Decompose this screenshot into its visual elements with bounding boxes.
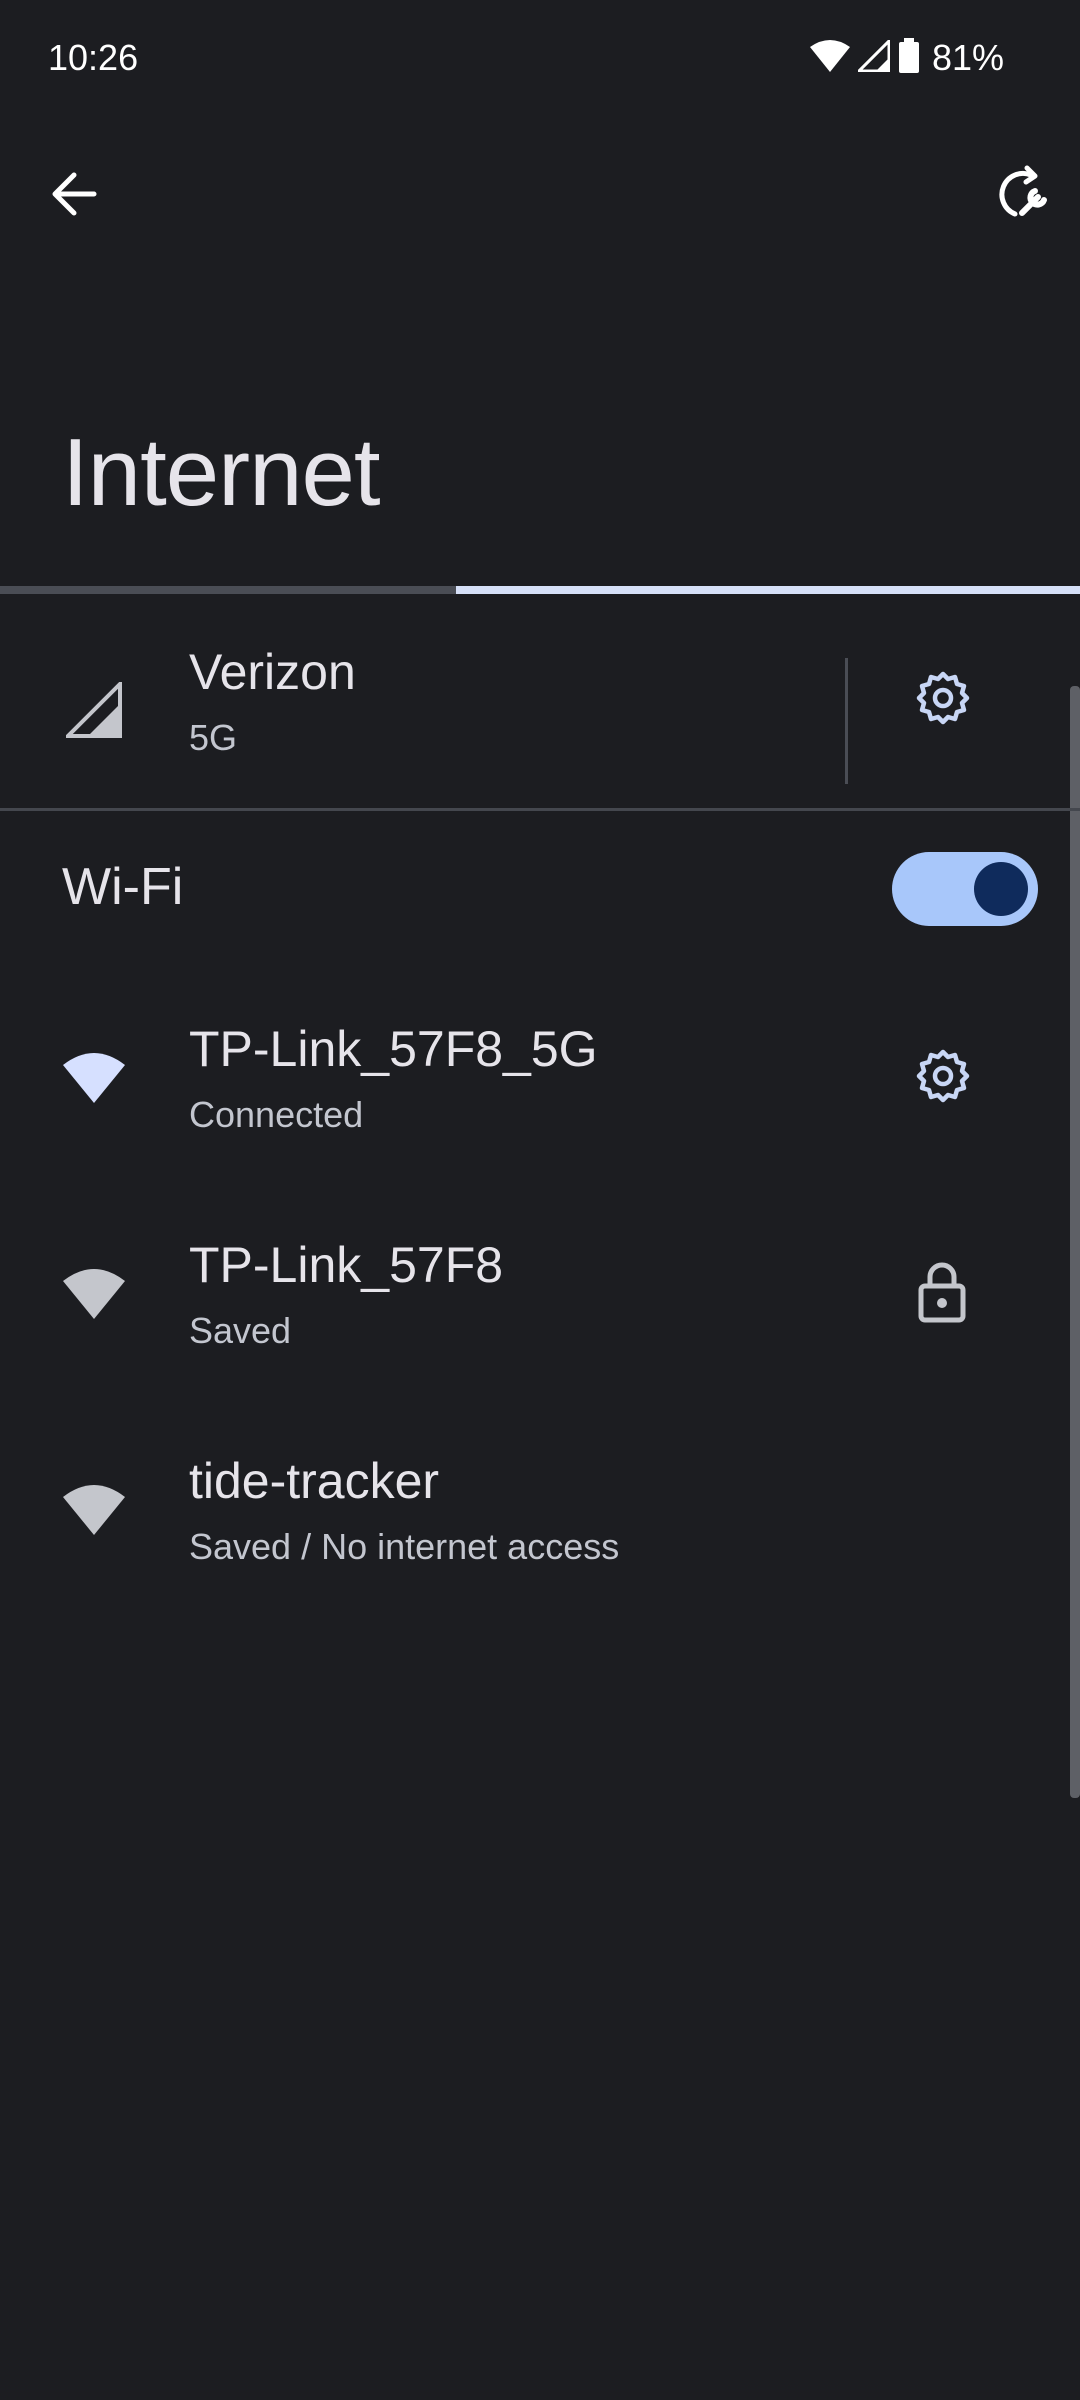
arrow-back-icon: [50, 172, 98, 221]
back-button[interactable]: [28, 150, 120, 242]
wifi-network-status: Saved / No internet access: [189, 1526, 620, 1567]
gear-icon: [915, 1048, 971, 1109]
mobile-network-row[interactable]: Verizon 5G: [0, 630, 840, 800]
page-title: Internet: [62, 419, 381, 526]
wifi-network-status: Connected: [189, 1094, 364, 1135]
wifi-icon: [62, 1051, 126, 1110]
cellular-signal-icon: [63, 679, 122, 743]
wifi-icon: [62, 1267, 126, 1326]
battery-icon: [898, 37, 920, 79]
lock-icon: [918, 1261, 966, 1328]
loading-progress-fill: [456, 586, 1080, 594]
network-type: 5G: [189, 717, 238, 758]
cellular-signal-icon: [855, 36, 891, 77]
wifi-network-row[interactable]: tide-tracker Saved / No internet access: [0, 1437, 1040, 1587]
wifi-network-status: Saved: [189, 1310, 292, 1351]
wifi-network-row[interactable]: TP-Link_57F8 Saved: [0, 1221, 1040, 1371]
wifi-icon: [809, 39, 850, 78]
vertical-divider: [845, 658, 848, 784]
wifi-network-name: TP-Link_57F8_5G: [189, 1021, 598, 1077]
mobile-settings-button[interactable]: [893, 650, 993, 750]
wifi-network-name: TP-Link_57F8: [189, 1237, 504, 1293]
status-icons: 81%: [809, 36, 1004, 80]
wifi-toggle-thumb: [974, 862, 1028, 916]
carrier-name: Verizon: [189, 644, 356, 700]
status-time: 10:26: [48, 37, 139, 78]
wifi-network-name: tide-tracker: [189, 1453, 440, 1509]
network-reset-icon: [991, 165, 1049, 228]
battery-percent: 81%: [931, 37, 1004, 78]
network-reset-button[interactable]: [970, 146, 1070, 246]
scrollbar[interactable]: [1070, 686, 1080, 1798]
section-divider: [0, 808, 1080, 811]
wifi-icon: [62, 1483, 126, 1542]
wifi-label: Wi-Fi: [62, 858, 184, 916]
wifi-toggle[interactable]: [892, 852, 1038, 926]
gear-icon: [915, 670, 971, 731]
wifi-network-settings-button[interactable]: [893, 1028, 993, 1128]
wifi-network-row[interactable]: TP-Link_57F8_5G Connected: [0, 1005, 860, 1155]
